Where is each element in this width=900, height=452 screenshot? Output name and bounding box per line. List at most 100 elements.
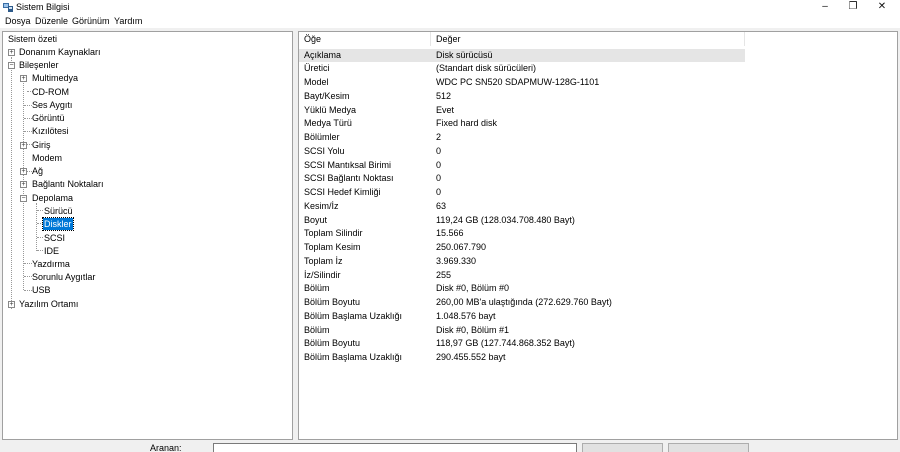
column-header-item[interactable]: Öğe	[299, 32, 429, 46]
row-key: Boyut	[304, 214, 328, 225]
table-row[interactable]: Toplam Silindir 15.566	[299, 227, 745, 241]
table-row[interactable]: Bölüm Başlama Uzaklığı 290.455.552 bayt	[299, 351, 745, 365]
table-row[interactable]: Bölüm Boyutu 118,97 GB (127.744.868.352 B…	[299, 337, 745, 351]
row-value: 118,97 GB (127.744.868.352 Bayt)	[436, 338, 575, 349]
tree-item-drives[interactable]: Sürücü	[43, 205, 74, 217]
tree-item-cdrom[interactable]: CD-ROM	[31, 86, 70, 98]
tree-item-components[interactable]: Bileşenler	[18, 59, 60, 71]
category-tree[interactable]: Sistem özeti + Donanım Kaynakları − Bile…	[2, 31, 293, 440]
maximize-button[interactable]: ❐	[839, 0, 867, 15]
row-key: Bayt/Kesim	[304, 90, 350, 101]
row-value: 250.067.790	[436, 242, 487, 252]
tree-item-printing[interactable]: Yazdırma	[31, 258, 71, 270]
table-row[interactable]: Bölüm Başlama Uzaklığı 1.048.576 bayt	[299, 310, 745, 324]
table-row[interactable]: Açıklama Disk sürücüsü	[299, 48, 745, 63]
row-key: SCSI Bağlantı Noktası	[304, 173, 394, 184]
row-value: 63	[436, 200, 447, 211]
row-key: Toplam Kesim	[304, 242, 361, 252]
row-value: Evet	[436, 104, 455, 115]
table-row[interactable]: Bölüm Disk #0, Bölüm #0	[299, 282, 745, 296]
tree-item-usb[interactable]: USB	[31, 284, 52, 296]
row-key: Bölüm Başlama Uzaklığı	[304, 310, 403, 321]
tree-item-software-environment[interactable]: Yazılım Ortamı	[18, 298, 79, 310]
table-row[interactable]: SCSI Mantıksal Birimi 0	[299, 159, 745, 173]
row-value: 0	[436, 159, 442, 170]
tree-item-modem[interactable]: Modem	[31, 152, 63, 164]
close-button[interactable]: ✕	[868, 0, 896, 15]
search-label: Aranan:	[150, 443, 182, 452]
tree-item-scsi[interactable]: SCSI	[43, 232, 66, 244]
tree-item-system-summary[interactable]: Sistem özeti	[7, 33, 58, 45]
row-key: Bölüm	[304, 324, 330, 335]
tree-item-display[interactable]: Görüntü	[31, 112, 66, 124]
tree-item-storage[interactable]: Depolama	[31, 192, 74, 204]
table-row[interactable]: Yüklü Medya Evet	[299, 104, 745, 118]
table-row[interactable]: Toplam İz 3.969.330	[299, 255, 745, 269]
table-row[interactable]: Toplam Kesim 250.067.790	[299, 241, 745, 255]
expand-icon[interactable]: +	[20, 75, 27, 82]
expand-icon[interactable]: +	[8, 301, 15, 308]
details-list[interactable]: Öğe Değer Açıklama Disk sürücüsü Üretici (S…	[298, 31, 898, 440]
table-row[interactable]: SCSI Hedef Kimliği 0	[299, 186, 745, 200]
tree-item-network[interactable]: Ağ	[31, 165, 44, 177]
table-row[interactable]: İz/Silindir 255	[299, 269, 745, 283]
row-value: 119,24 GB (128.034.708.480 Bayt)	[436, 214, 575, 225]
column-separator[interactable]	[744, 32, 745, 46]
tree-item-ports[interactable]: Bağlantı Noktaları	[31, 178, 105, 190]
collapse-icon[interactable]: −	[20, 195, 27, 202]
expand-icon[interactable]: +	[20, 142, 27, 149]
table-row[interactable]: Medya Türü Fixed hard disk	[299, 117, 745, 131]
tree-item-sound-device[interactable]: Ses Aygıtı	[31, 99, 73, 111]
table-row[interactable]: Bölüm Disk #0, Bölüm #1	[299, 324, 745, 338]
tree-item-multimedia[interactable]: Multimedya	[31, 72, 79, 84]
tree-item-disks[interactable]: Diskler	[42, 217, 74, 231]
menu-bar: Dosya Düzenle Görünüm Yardım	[0, 15, 900, 28]
menu-help[interactable]: Yardım	[114, 16, 142, 26]
row-value: 15.566	[436, 228, 464, 239]
table-row[interactable]: Bayt/Kesim 512	[299, 90, 745, 104]
menu-view[interactable]: Görünüm	[72, 16, 110, 26]
tree-item-problem-devices[interactable]: Sorunlu Aygıtlar	[31, 271, 96, 283]
search-input[interactable]	[213, 443, 577, 452]
table-row[interactable]: Üretici (Standart disk sürücüleri)	[299, 62, 745, 76]
row-value: 255	[436, 269, 452, 280]
row-value: 0	[436, 145, 442, 156]
find-button[interactable]	[582, 443, 663, 452]
menu-edit[interactable]: Düzenle	[35, 16, 68, 26]
row-value: (Standart disk sürücüleri)	[436, 63, 537, 74]
collapse-icon[interactable]: −	[8, 62, 15, 69]
row-key: SCSI Mantıksal Birimi	[304, 159, 392, 170]
row-key: SCSI Yolu	[304, 145, 345, 156]
table-row[interactable]: SCSI Yolu 0	[299, 145, 745, 159]
row-value: 0	[436, 187, 442, 197]
table-row[interactable]: SCSI Bağlantı Noktası 0	[299, 172, 745, 186]
table-row[interactable]: Boyut 119,24 GB (128.034.708.480 Bayt)	[299, 214, 745, 228]
row-key: Bölüm	[304, 283, 330, 294]
expand-icon[interactable]: +	[20, 181, 27, 188]
row-key: Bölüm Boyutu	[304, 297, 361, 307]
tree-line	[11, 57, 12, 309]
expand-icon[interactable]: +	[20, 168, 27, 175]
table-row[interactable]: Bölüm Boyutu 260,00 MB'a ulaştığında (272…	[299, 296, 745, 310]
tree-item-hardware-resources[interactable]: Donanım Kaynakları	[18, 46, 102, 58]
tree-item-ide[interactable]: IDE	[43, 245, 60, 257]
title-bar: Sistem Bilgisi – ❐ ✕	[0, 0, 900, 15]
row-value: WDC PC SN520 SDAPMUW-128G-1101	[436, 77, 600, 87]
table-row[interactable]: Model WDC PC SN520 SDAPMUW-128G-1101	[299, 76, 745, 90]
window-title: Sistem Bilgisi	[16, 2, 70, 12]
expand-icon[interactable]: +	[8, 49, 15, 56]
close-find-button[interactable]	[668, 443, 749, 452]
tree-item-input[interactable]: Giriş	[31, 139, 52, 151]
row-key: İz/Silindir	[304, 269, 341, 280]
table-row[interactable]: Kesim/İz 63	[299, 200, 745, 214]
row-key: Medya Türü	[304, 118, 352, 129]
minimize-button[interactable]: –	[811, 0, 839, 15]
table-row[interactable]: Bölümler 2	[299, 131, 745, 145]
menu-file[interactable]: Dosya	[5, 16, 31, 26]
row-value: 3.969.330	[436, 255, 477, 266]
tree-item-infrared[interactable]: Kızılötesi	[31, 125, 70, 137]
row-value: Fixed hard disk	[436, 118, 498, 129]
column-header-value[interactable]: Değer	[431, 32, 731, 46]
system-info-app-icon	[3, 3, 13, 12]
row-key: Bölüm Boyutu	[304, 338, 361, 349]
